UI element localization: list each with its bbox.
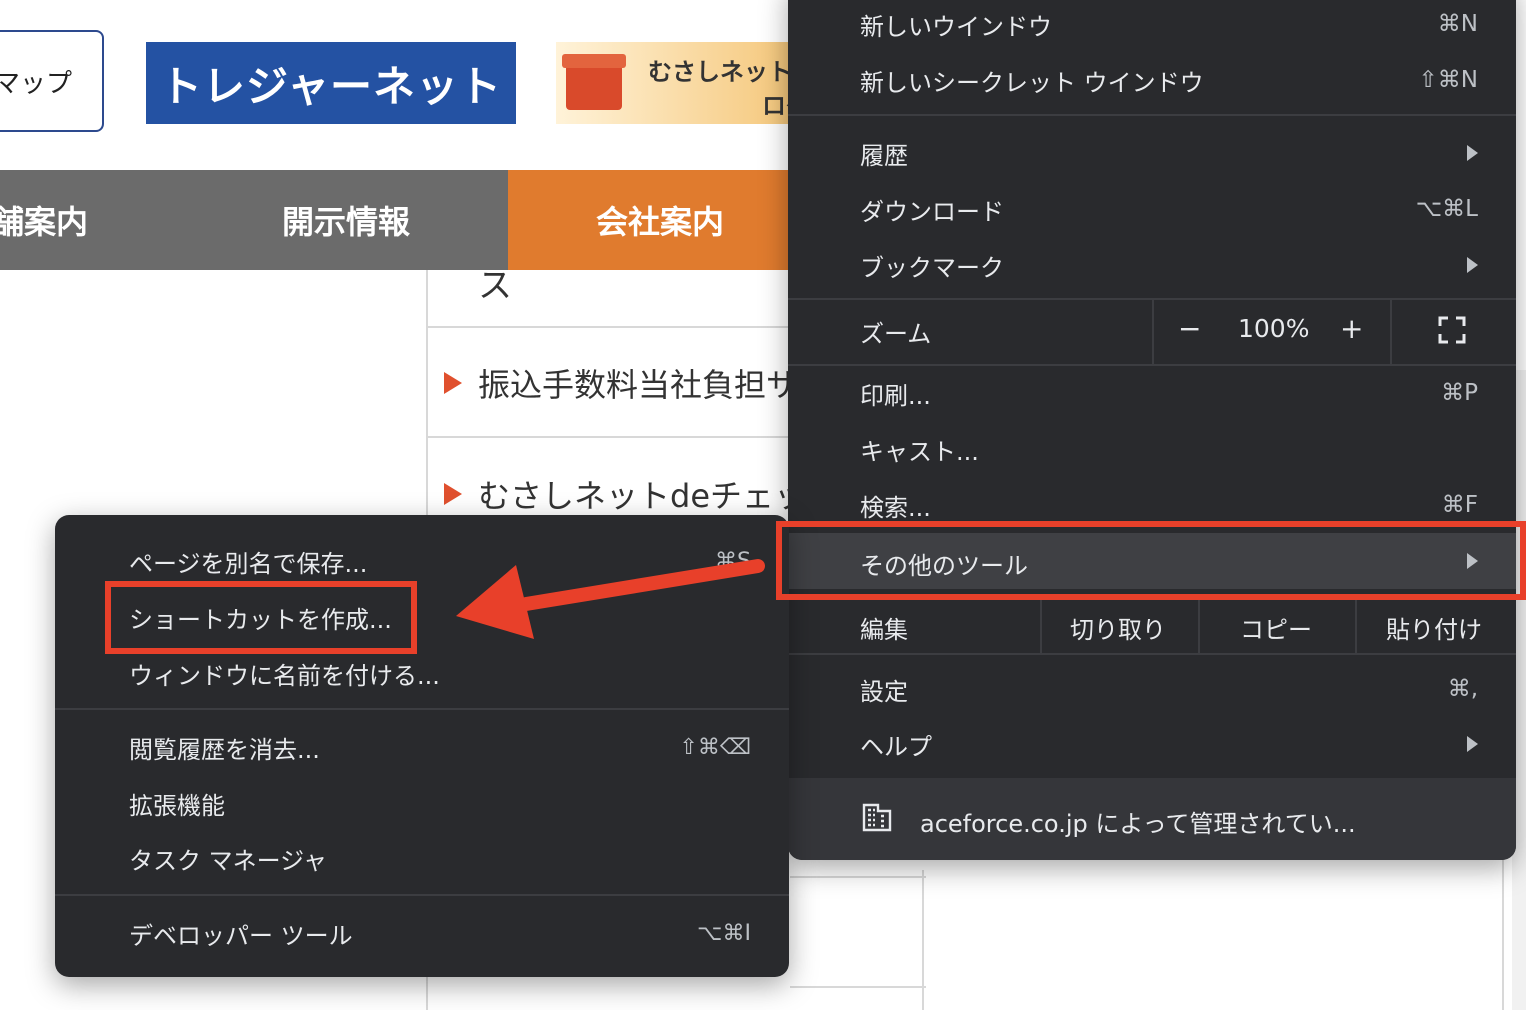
divider (790, 986, 926, 988)
menu-item-new-incognito-window[interactable]: 新しいシークレット ウインドウ ⇧⌘N (788, 52, 1516, 108)
menu-item-label: ヘルプ (860, 732, 932, 761)
menu-item-new-window[interactable]: 新しいウインドウ ⌘N (788, 0, 1516, 52)
menu-item-label: キャスト... (860, 437, 979, 466)
menu-item-label: 新しいシークレット ウインドウ (860, 68, 1204, 97)
browser-main-menu: 新しいウインドウ ⌘N 新しいシークレット ウインドウ ⇧⌘N 履歴 ダウンロー… (788, 0, 1516, 860)
shortcut-label: ⌘N (1437, 11, 1478, 37)
divider (1502, 860, 1504, 1010)
menu-item-developer-tools[interactable]: デベロッパー ツール ⌥⌘I (55, 905, 789, 961)
treasure-net-logo[interactable]: トレジャーネット (146, 42, 516, 124)
sitemap-label: マップ (0, 68, 72, 99)
zoom-row: ズーム − 100% + (788, 300, 1516, 364)
highlight-box-create-shortcut (105, 581, 417, 654)
menu-item-cast[interactable]: キャスト... (788, 421, 1516, 477)
nav-store-label: 舗案内 (0, 203, 89, 241)
divider (426, 326, 806, 328)
news-item-text: 振込手数料当社負担サ (478, 366, 799, 404)
nav-item-company[interactable]: 会社案内 (508, 170, 800, 270)
menu-item-label: デベロッパー ツール (129, 921, 353, 950)
divider (1198, 596, 1200, 654)
highlight-box-more-tools (776, 521, 1526, 600)
menu-item-label: 検索... (860, 493, 931, 522)
triangle-bullet-icon (444, 483, 462, 505)
cut-button[interactable]: 切り取り (1070, 610, 1166, 645)
news-item[interactable]: 振込手数料当社負担サ (444, 360, 798, 406)
building-icon (862, 803, 892, 832)
news-item[interactable]: むさしネットdeチェッ (444, 471, 806, 517)
news-item-text: むさしネットdeチェッ (478, 477, 807, 515)
nav-item-store[interactable]: 舗案内 (0, 170, 88, 270)
treasure-net-logo-text: トレジャーネット (160, 61, 502, 111)
paste-button[interactable]: 貼り付け (1386, 610, 1482, 645)
menu-item-label: ブックマーク (860, 253, 1004, 282)
edit-row: 編集 切り取り コピー 貼り付け (788, 596, 1516, 654)
menu-item-label: ダウンロード (860, 197, 1004, 226)
menu-item-clear-browsing-data[interactable]: 閲覧履歴を消去... ⇧⌘⌫ (55, 719, 789, 775)
shortcut-label: ⌘P (1441, 380, 1478, 406)
box-icon (562, 54, 626, 110)
menu-item-label: 設定 (860, 677, 908, 706)
managed-by-text: aceforce.co.jp によって管理されてい... (920, 810, 1356, 838)
menu-item-label: 拡張機能 (129, 791, 225, 820)
nav-item-disclosure[interactable]: 開示情報 (282, 170, 410, 270)
musashi-banner-title: むさしネット (648, 58, 792, 86)
divider (922, 870, 924, 1010)
divider (1152, 300, 1154, 364)
chevron-right-icon (1467, 736, 1478, 752)
divider (1355, 596, 1357, 654)
shortcut-label: ⌥⌘I (697, 920, 751, 946)
triangle-bullet-icon (444, 372, 462, 394)
menu-separator (55, 708, 789, 710)
nav-disclosure-label: 開示情報 (282, 203, 411, 241)
shortcut-label: ⌘S (715, 548, 751, 574)
fullscreen-icon[interactable] (1438, 316, 1466, 344)
copy-button[interactable]: コピー (1240, 610, 1312, 645)
menu-item-print[interactable]: 印刷... ⌘P (788, 365, 1516, 421)
shortcut-label: ⇧⌘N (1418, 67, 1478, 93)
global-nav: 舗案内 開示情報 会社案内 (0, 170, 800, 270)
zoom-out-button[interactable]: − (1178, 312, 1201, 345)
menu-item-label: ウィンドウに名前を付ける... (129, 661, 440, 690)
menu-item-downloads[interactable]: ダウンロード ⌥⌘L (788, 181, 1516, 237)
chevron-right-icon (1467, 257, 1478, 273)
menu-item-label: 閲覧履歴を消去... (129, 735, 320, 764)
menu-item-label: タスク マネージャ (129, 846, 327, 875)
menu-item-settings[interactable]: 設定 ⌘, (788, 661, 1516, 717)
menu-separator (788, 114, 1516, 116)
shortcut-label: ⌘, (1447, 676, 1478, 702)
menu-item-label: 履歴 (860, 141, 908, 170)
divider (426, 436, 806, 438)
zoom-in-button[interactable]: + (1340, 312, 1363, 345)
divider (790, 876, 926, 878)
divider (1390, 300, 1392, 364)
menu-item-label: ページを別名で保存... (129, 549, 368, 578)
news-item-fragment: ス (478, 266, 512, 306)
menu-item-history[interactable]: 履歴 (788, 125, 1516, 181)
menu-item-extensions[interactable]: 拡張機能 (55, 775, 789, 831)
menu-separator (788, 653, 1516, 655)
musashi-net-login-banner[interactable]: むさしネット ログ (556, 42, 796, 124)
menu-item-bookmarks[interactable]: ブックマーク (788, 237, 1516, 293)
sitemap-button[interactable]: マップ (0, 30, 104, 132)
zoom-label: ズーム (860, 320, 932, 348)
menu-item-label: 印刷... (860, 381, 931, 410)
menu-separator (55, 894, 789, 896)
menu-item-label: 新しいウインドウ (860, 12, 1052, 41)
menu-item-task-manager[interactable]: タスク マネージャ (55, 830, 789, 886)
menu-item-help[interactable]: ヘルプ (788, 716, 1516, 772)
shortcut-label: ⌘F (1441, 492, 1478, 518)
shortcut-label: ⇧⌘⌫ (679, 734, 751, 760)
shortcut-label: ⌥⌘L (1415, 196, 1478, 222)
chevron-right-icon (1467, 145, 1478, 161)
divider (1040, 596, 1042, 654)
edit-label: 編集 (860, 616, 908, 644)
zoom-level: 100% (1238, 314, 1310, 343)
managed-by-notice[interactable]: aceforce.co.jp によって管理されてい... (788, 778, 1516, 860)
nav-company-label: 会社案内 (596, 203, 725, 241)
